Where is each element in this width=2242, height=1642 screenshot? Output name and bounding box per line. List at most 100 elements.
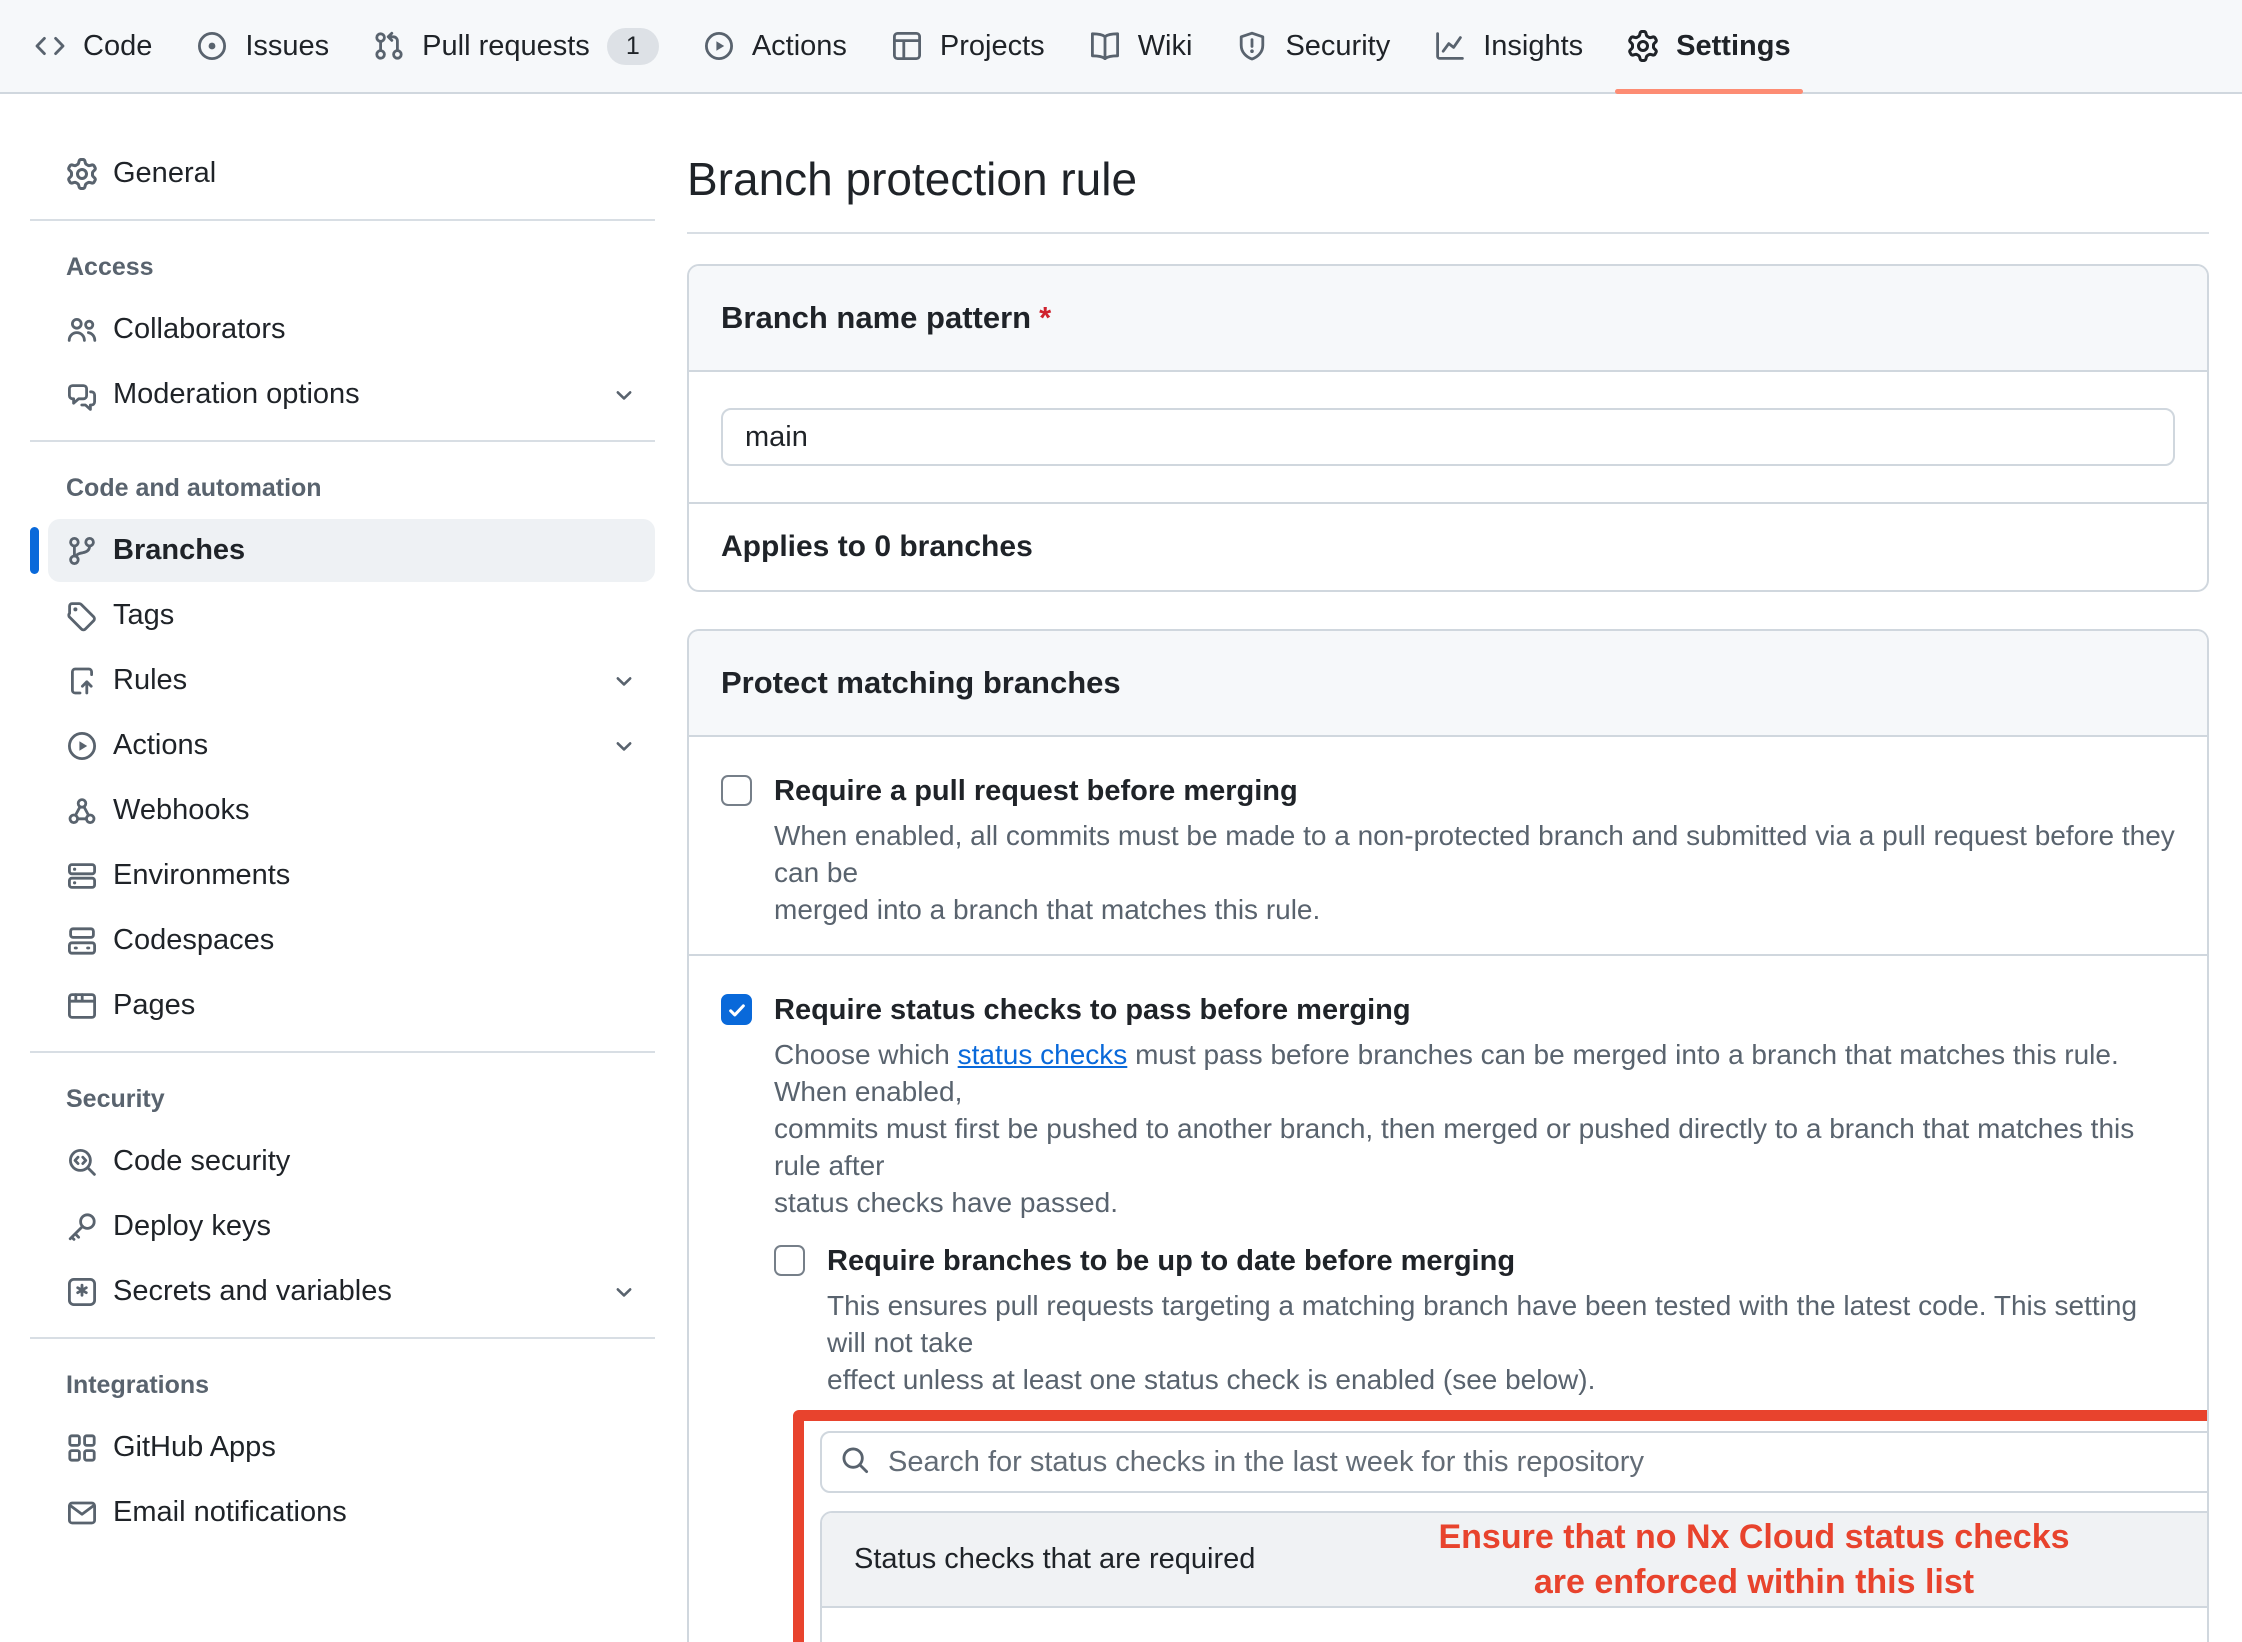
- sidebar-divider: [30, 1337, 655, 1339]
- status-checks-link[interactable]: status checks: [958, 1039, 1128, 1070]
- sidebar-item-label: Email notifications: [113, 1496, 347, 1529]
- gear-icon: [66, 158, 98, 190]
- tab-security[interactable]: Security: [1214, 0, 1412, 92]
- sidebar-divider: [30, 440, 655, 442]
- webhook-icon: [66, 795, 98, 827]
- sidebar-item-tags[interactable]: Tags: [48, 584, 655, 647]
- server-icon: [66, 860, 98, 892]
- sidebar-item-codespaces[interactable]: Codespaces: [48, 909, 655, 972]
- status-checks-search-input[interactable]: [886, 1445, 2209, 1480]
- sidebar-item-rules[interactable]: Rules: [48, 649, 655, 712]
- sidebar-item-label: Moderation options: [113, 378, 360, 411]
- sidebar-item-label: Actions: [113, 729, 208, 762]
- codespaces-icon: [66, 925, 98, 957]
- status-checks-search-box: [820, 1431, 2209, 1493]
- sidebar-item-collaborators[interactable]: Collaborators: [48, 298, 655, 361]
- sidebar-item-moderation-options[interactable]: Moderation options: [48, 363, 655, 426]
- page-title: Branch protection rule: [687, 152, 2209, 206]
- tag-icon: [66, 600, 98, 632]
- tab-label: Wiki: [1138, 30, 1193, 63]
- branch-name-pattern-label: Branch name pattern: [721, 300, 1031, 335]
- tab-wiki[interactable]: Wiki: [1067, 0, 1215, 92]
- search-icon: [840, 1445, 870, 1480]
- tab-label: Actions: [752, 30, 847, 63]
- codescan-icon: [66, 1146, 98, 1178]
- repo-tab-nav: Code Issues Pull requests1 Actions Projects W…: [0, 0, 2242, 94]
- tab-pull-requests[interactable]: Pull requests1: [351, 0, 681, 92]
- rules-icon: [66, 665, 98, 697]
- sidebar-item-label: Rules: [113, 664, 187, 697]
- sidebar-item-deploy-keys[interactable]: Deploy keys: [48, 1195, 655, 1258]
- require-pull-request-label: Require a pull request before merging: [774, 771, 1298, 811]
- tab-label: Pull requests: [422, 30, 590, 63]
- required-asterisk: *: [1039, 300, 1051, 335]
- sidebar-section-label-integrations: Integrations: [48, 1371, 655, 1400]
- sidebar-divider: [30, 219, 655, 221]
- sidebar-item-webhooks[interactable]: Webhooks: [48, 779, 655, 842]
- tab-code[interactable]: Code: [12, 0, 174, 92]
- branch-name-pattern-card: Branch name pattern* Applies to 0 branch…: [687, 264, 2209, 592]
- sidebar-item-label: Branches: [113, 534, 245, 567]
- sidebar-item-label: Deploy keys: [113, 1210, 271, 1243]
- chevron-down-icon[interactable]: [611, 668, 637, 694]
- tab-actions[interactable]: Actions: [681, 0, 869, 92]
- sidebar-item-label: Collaborators: [113, 313, 285, 346]
- sidebar-item-code-security[interactable]: Code security: [48, 1130, 655, 1193]
- tab-label: Issues: [245, 30, 329, 63]
- require-status-checks-checkbox[interactable]: [721, 994, 752, 1025]
- require-up-to-date-row: Require branches to be up to date before…: [774, 1241, 2175, 1642]
- require-up-to-date-checkbox[interactable]: [774, 1245, 805, 1276]
- people-icon: [66, 314, 98, 346]
- protect-matching-branches-card: Protect matching branches Require a pull…: [687, 629, 2209, 1642]
- require-status-checks-description: Choose which status checks must pass bef…: [774, 1036, 2175, 1221]
- applies-to-branches-text: Applies to 0 branches: [689, 502, 2207, 590]
- sidebar-item-pages[interactable]: Pages: [48, 974, 655, 1037]
- apps-icon: [66, 1432, 98, 1464]
- tab-projects[interactable]: Projects: [869, 0, 1067, 92]
- play-icon: [703, 30, 735, 62]
- require-status-checks-label: Require status checks to pass before mer…: [774, 990, 1411, 1030]
- status-checks-rows: mainGitHub Actions: [822, 1608, 2209, 1642]
- chevron-down-icon[interactable]: [611, 1279, 637, 1305]
- sidebar-item-secrets-and-variables[interactable]: Secrets and variables: [48, 1260, 655, 1323]
- branch-name-pattern-section: [689, 372, 2207, 502]
- sidebar-item-actions[interactable]: Actions: [48, 714, 655, 777]
- tab-insights[interactable]: Insights: [1412, 0, 1605, 92]
- sidebar-item-label: GitHub Apps: [113, 1431, 276, 1464]
- graph-icon: [1434, 30, 1466, 62]
- branch-icon: [66, 535, 98, 567]
- protect-matching-branches-header: Protect matching branches: [689, 631, 2207, 737]
- branch-name-pattern-header: Branch name pattern*: [689, 266, 2207, 372]
- tab-label: Insights: [1483, 30, 1583, 63]
- main-content: Branch protection rule Branch name patte…: [687, 94, 2209, 1642]
- comment-icon: [66, 379, 98, 411]
- active-item-indicator: [30, 527, 39, 574]
- sidebar-item-environments[interactable]: Environments: [48, 844, 655, 907]
- sidebar-item-label: General: [113, 157, 216, 190]
- tab-label: Security: [1285, 30, 1390, 63]
- pr-icon: [373, 30, 405, 62]
- require-up-to-date-label: Require branches to be up to date before…: [827, 1241, 1515, 1281]
- title-divider: [687, 232, 2209, 234]
- branch-name-pattern-input[interactable]: [721, 408, 2175, 466]
- sidebar-item-email-notifications[interactable]: Email notifications: [48, 1481, 655, 1544]
- sidebar-item-general[interactable]: General: [48, 142, 655, 205]
- sidebar-item-branches[interactable]: Branches: [48, 519, 655, 582]
- tab-label: Code: [83, 30, 152, 63]
- require-pull-request-description: When enabled, all commits must be made t…: [774, 817, 2175, 928]
- tab-label: Settings: [1676, 30, 1790, 63]
- gear-icon: [1627, 30, 1659, 62]
- tab-issues[interactable]: Issues: [174, 0, 351, 92]
- annotation-highlight-box: Status checks that are required Ensure t…: [793, 1410, 2209, 1642]
- issue-icon: [196, 30, 228, 62]
- require-pull-request-checkbox[interactable]: [721, 775, 752, 806]
- chevron-down-icon[interactable]: [611, 733, 637, 759]
- status-checks-list: Status checks that are required Ensure t…: [820, 1511, 2209, 1642]
- status-checks-list-header: Status checks that are required Ensure t…: [822, 1513, 2209, 1608]
- chevron-down-icon[interactable]: [611, 382, 637, 408]
- status-checks-list-header-label: Status checks that are required: [854, 1543, 1255, 1575]
- settings-sidebar: GeneralAccessCollaboratorsModeration opt…: [0, 94, 662, 1546]
- tab-settings[interactable]: Settings: [1605, 0, 1812, 92]
- sidebar-item-github-apps[interactable]: GitHub Apps: [48, 1416, 655, 1479]
- require-up-to-date-description: This ensures pull requests targeting a m…: [827, 1287, 2175, 1398]
